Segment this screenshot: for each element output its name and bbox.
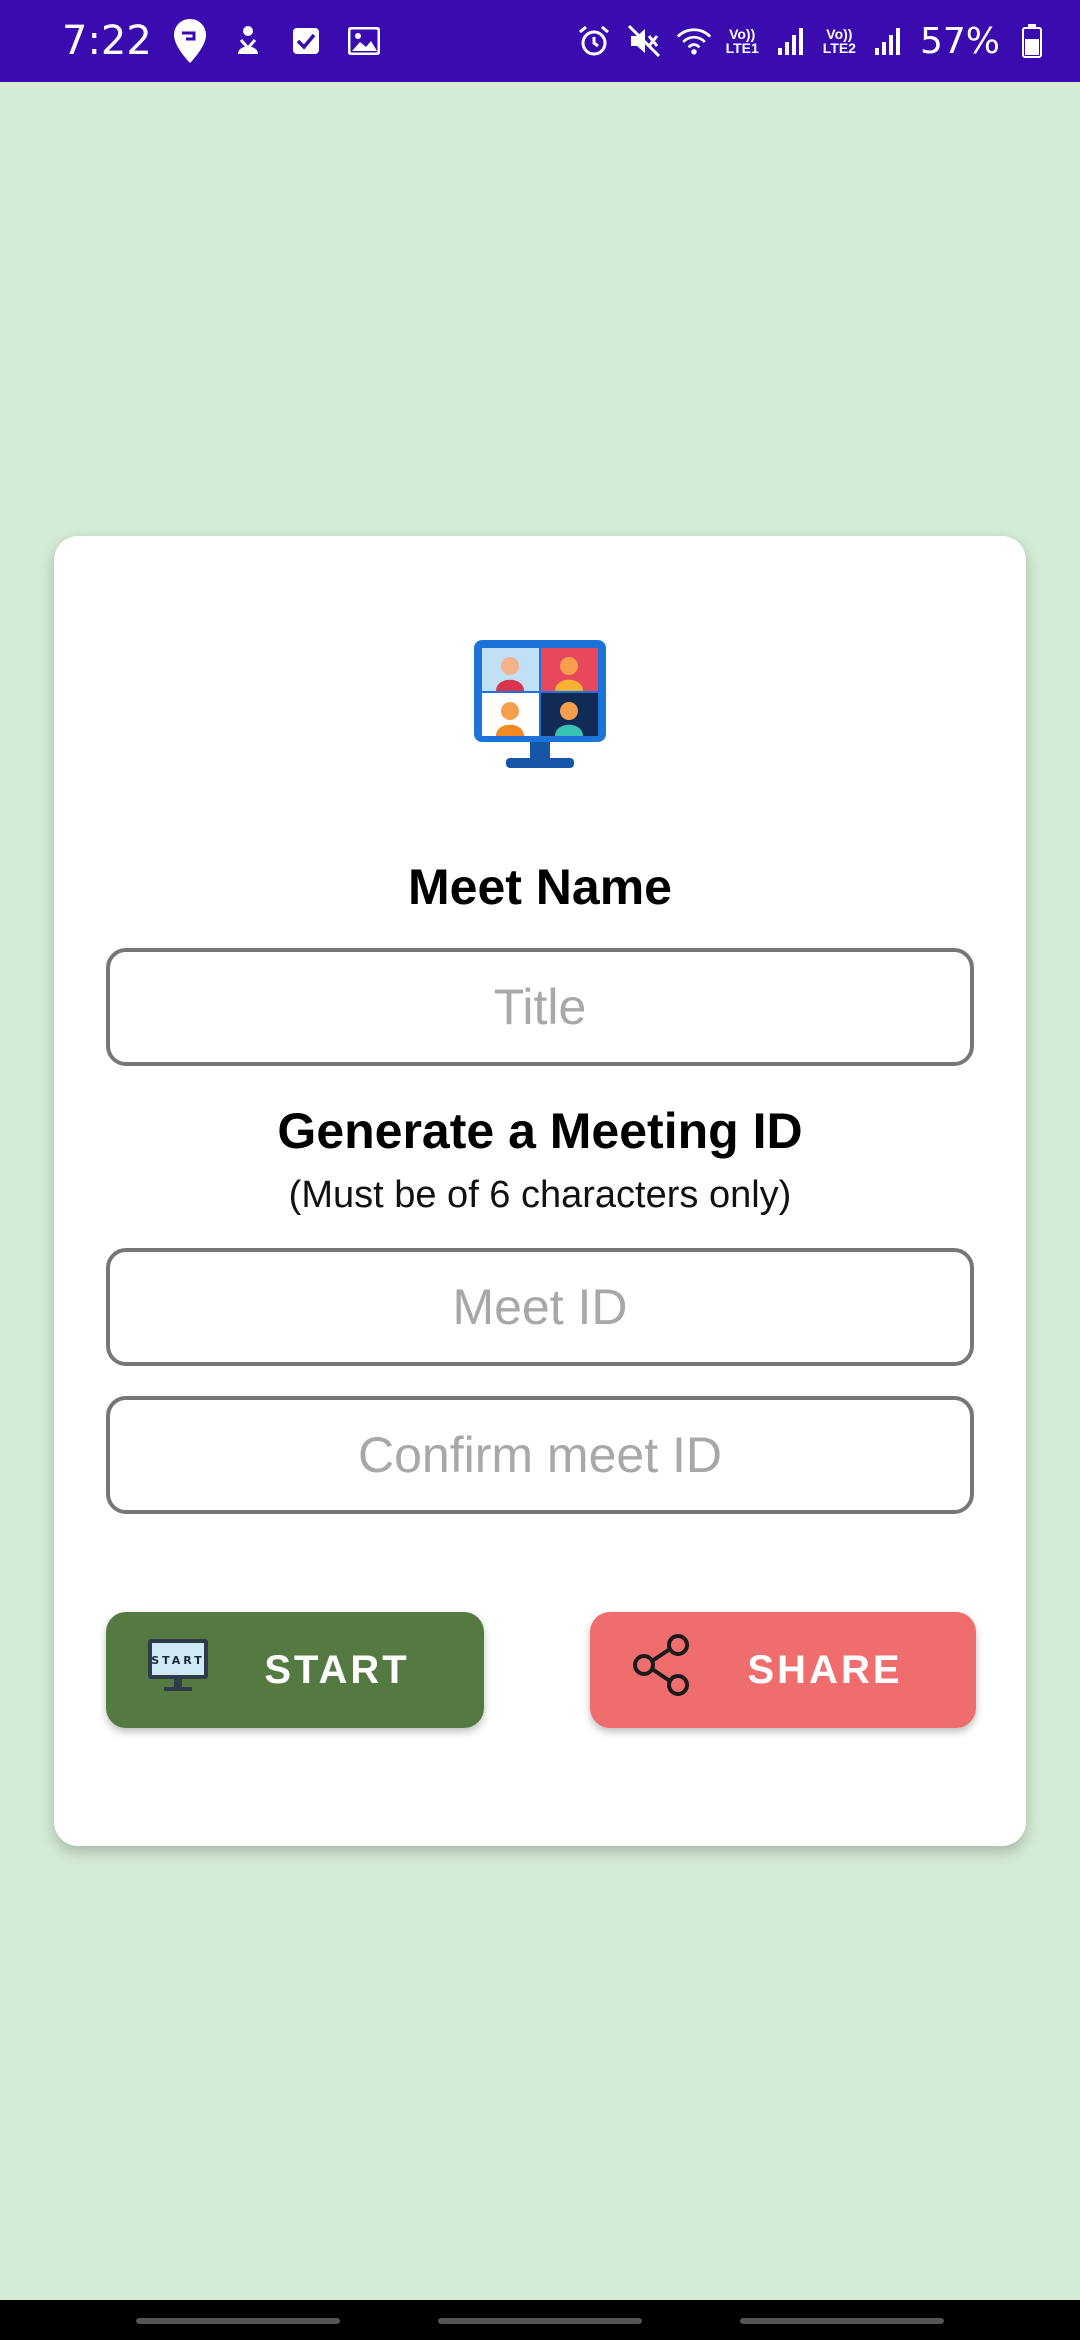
swiggy-icon — [172, 19, 208, 63]
share-icon — [630, 1633, 694, 1707]
title-field-box — [106, 948, 974, 1066]
meet-id-input[interactable] — [110, 1277, 970, 1337]
battery-icon — [1014, 21, 1050, 61]
nav-handle[interactable] — [136, 2318, 340, 2324]
sim2-label: Vo)) LTE2 — [822, 26, 856, 56]
signal-icon — [870, 21, 906, 61]
start-button-label: START — [264, 1647, 410, 1692]
title-input[interactable] — [110, 977, 970, 1037]
alarm-icon — [576, 21, 612, 61]
meeting-id-hint: (Must be of 6 characters only) — [288, 1174, 792, 1216]
meet-name-label: Meet Name — [408, 859, 672, 915]
status-time: 7:22 — [62, 18, 152, 64]
checkbox-icon — [288, 21, 324, 61]
generate-meeting-id-heading: Generate a Meeting ID — [277, 1103, 803, 1159]
system-nav-bar — [0, 2300, 1080, 2340]
signal-icon — [773, 21, 809, 61]
nav-handle[interactable] — [740, 2318, 944, 2324]
share-button-label: SHARE — [747, 1647, 903, 1692]
start-monitor-icon: START — [146, 1637, 210, 1703]
confirm-meet-id-field-box — [106, 1396, 974, 1514]
video-conference-icon — [472, 638, 608, 774]
share-button[interactable]: SHARE — [590, 1612, 976, 1728]
wifi-icon — [676, 21, 712, 61]
confirm-meet-id-input[interactable] — [110, 1425, 970, 1485]
status-bar: 7:22 Vo)) LTE1 Vo)) LTE2 57% — [0, 0, 1080, 82]
battery-percent: 57% — [919, 20, 1000, 62]
svg-text:START: START — [151, 1654, 205, 1667]
mute-icon — [626, 21, 662, 61]
create-meeting-card: Meet Name Generate a Meeting ID (Must be… — [54, 536, 1026, 1846]
sim1-label: Vo)) LTE1 — [725, 26, 759, 56]
nav-handle[interactable] — [438, 2318, 642, 2324]
meet-id-field-box — [106, 1248, 974, 1366]
download-person-icon — [230, 21, 266, 61]
start-button[interactable]: START START — [106, 1612, 484, 1728]
image-icon — [346, 21, 382, 61]
